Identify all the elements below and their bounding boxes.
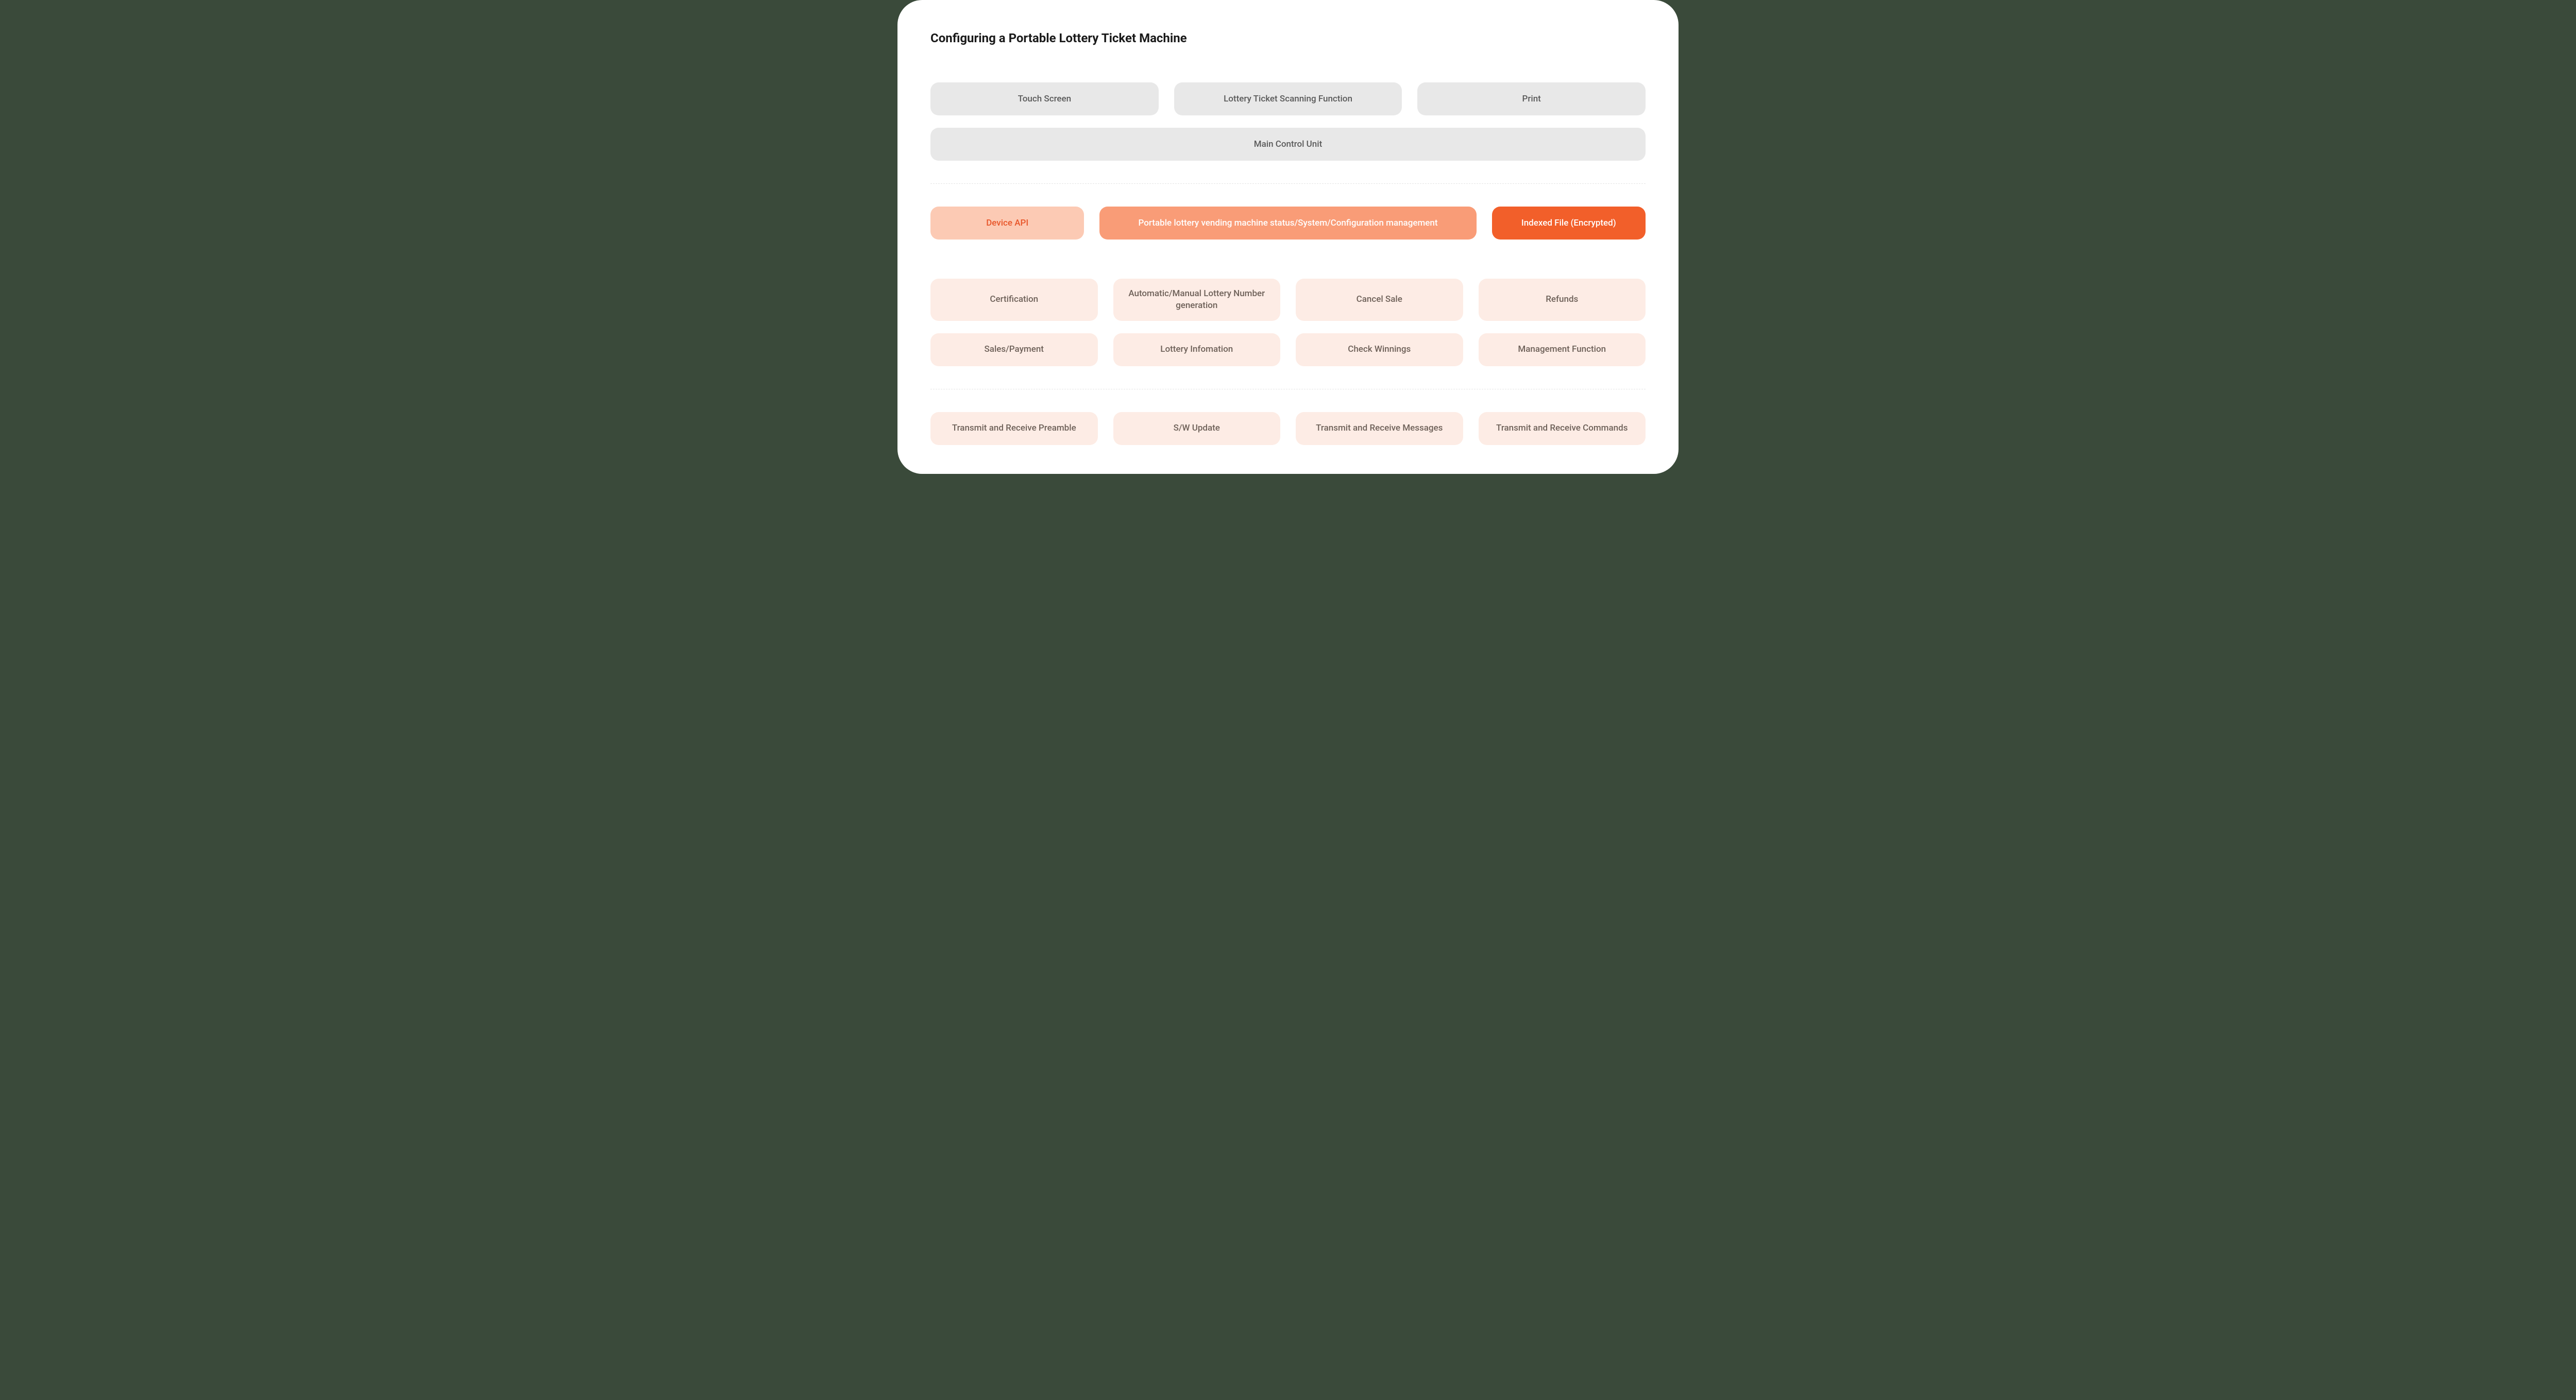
box-preamble: Transmit and Receive Preamble	[930, 412, 1098, 445]
box-touch-screen: Touch Screen	[930, 82, 1159, 115]
box-scanning-function: Lottery Ticket Scanning Function	[1174, 82, 1402, 115]
comm-row: Transmit and Receive Preamble S/W Update…	[930, 412, 1646, 445]
box-sales-payment: Sales/Payment	[930, 333, 1098, 366]
box-lottery-information: Lottery Infomation	[1113, 333, 1281, 366]
box-commands: Transmit and Receive Commands	[1479, 412, 1646, 445]
box-cancel-sale: Cancel Sale	[1296, 279, 1463, 321]
box-refunds: Refunds	[1479, 279, 1646, 321]
box-sw-update: S/W Update	[1113, 412, 1281, 445]
box-print: Print	[1417, 82, 1646, 115]
box-main-control-unit: Main Control Unit	[930, 128, 1646, 161]
main-unit-row: Main Control Unit	[930, 128, 1646, 161]
middleware-row: Device API Portable lottery vending mach…	[930, 207, 1646, 240]
box-messages: Transmit and Receive Messages	[1296, 412, 1463, 445]
box-indexed-file: Indexed File (Encrypted)	[1492, 207, 1646, 240]
box-check-winnings: Check Winnings	[1296, 333, 1463, 366]
spacer	[930, 252, 1646, 266]
box-certification: Certification	[930, 279, 1098, 321]
box-number-generation: Automatic/Manual Lottery Number generati…	[1113, 279, 1281, 321]
box-status-management: Portable lottery vending machine status/…	[1099, 207, 1476, 240]
diagram-card: Configuring a Portable Lottery Ticket Ma…	[897, 0, 1679, 474]
hardware-row: Touch Screen Lottery Ticket Scanning Fun…	[930, 82, 1646, 115]
box-management-function: Management Function	[1479, 333, 1646, 366]
diagram-body: Touch Screen Lottery Ticket Scanning Fun…	[930, 82, 1646, 445]
page-title: Configuring a Portable Lottery Ticket Ma…	[930, 31, 1646, 45]
box-device-api: Device API	[930, 207, 1084, 240]
functions-row-2: Sales/Payment Lottery Infomation Check W…	[930, 333, 1646, 366]
divider	[930, 183, 1646, 184]
functions-row-1: Certification Automatic/Manual Lottery N…	[930, 279, 1646, 321]
